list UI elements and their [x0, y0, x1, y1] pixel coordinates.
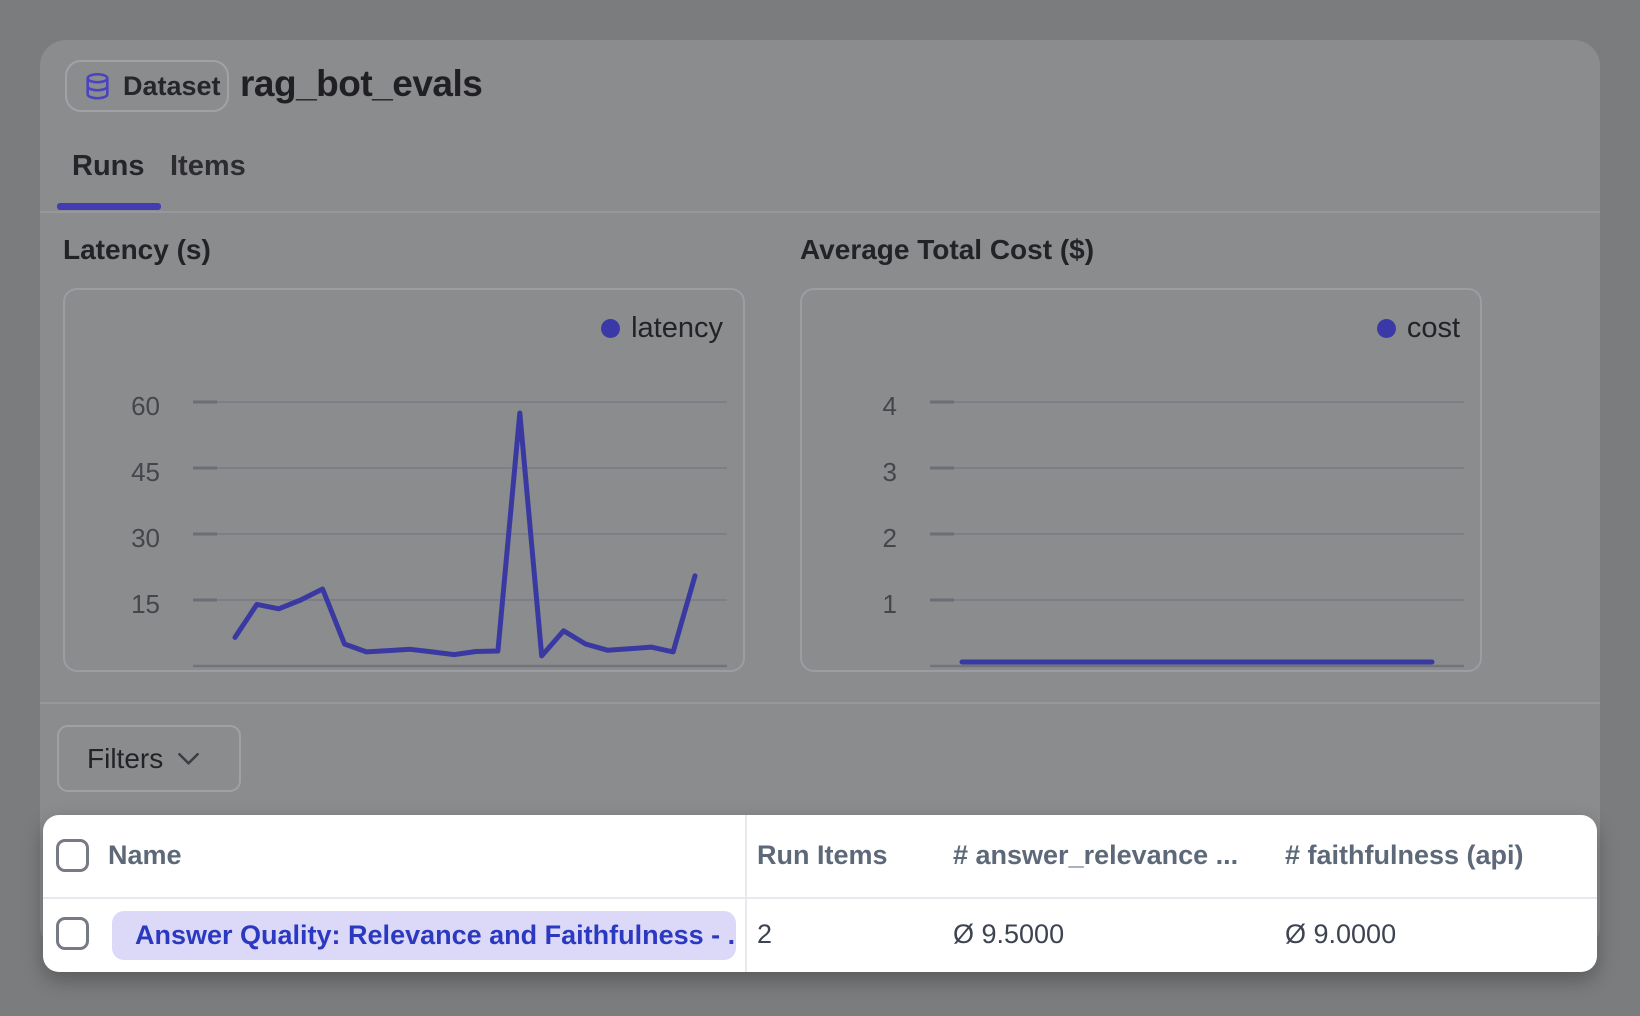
runs-table: Name Run Items # answer_relevance ... # …: [43, 815, 1597, 972]
database-icon: [82, 71, 113, 102]
filters-button[interactable]: Filters: [57, 725, 241, 792]
tab-runs[interactable]: Runs: [72, 150, 145, 183]
cost-ytick-1: 1: [802, 587, 897, 621]
latency-chart: 60 45 30 15 latency: [63, 288, 745, 672]
cost-chart-title: Average Total Cost ($): [800, 234, 1094, 266]
run-name-link[interactable]: Answer Quality: Relevance and Faithfulne…: [112, 911, 736, 960]
latency-legend-label: latency: [631, 312, 723, 345]
cost-ytick-4: 4: [802, 389, 897, 423]
tab-items[interactable]: Items: [170, 150, 246, 183]
latency-chart-plot: [65, 290, 743, 670]
active-tab-underline: [57, 203, 161, 210]
cost-chart: 4 3 2 1 cost: [800, 288, 1482, 672]
row-checkbox[interactable]: [56, 917, 89, 950]
chevron-down-icon: [177, 752, 200, 766]
latency-legend: latency: [601, 312, 723, 345]
column-header-run-items[interactable]: Run Items: [757, 840, 888, 871]
latency-ytick-15: 15: [65, 587, 160, 621]
dataset-type-badge: Dataset: [65, 60, 229, 112]
answer-relevance-cell: Ø 9.5000: [953, 917, 1064, 951]
header-row-divider: [43, 897, 1597, 899]
latency-ytick-45: 45: [65, 455, 160, 489]
column-divider: [745, 815, 747, 972]
section-divider: [40, 702, 1600, 704]
cost-ytick-2: 2: [802, 521, 897, 555]
latency-ytick-30: 30: [65, 521, 160, 555]
column-header-faithfulness[interactable]: # faithfulness (api): [1285, 840, 1524, 871]
cost-legend-dot-icon: [1377, 319, 1396, 338]
latency-chart-title: Latency (s): [63, 234, 211, 266]
select-all-checkbox[interactable]: [56, 839, 89, 872]
cost-ytick-3: 3: [802, 455, 897, 489]
column-header-name[interactable]: Name: [108, 840, 182, 871]
badge-label: Dataset: [123, 71, 221, 102]
filters-button-label: Filters: [87, 743, 163, 775]
run-items-cell: 2: [757, 917, 772, 951]
cost-legend-label: cost: [1407, 312, 1460, 345]
faithfulness-cell: Ø 9.0000: [1285, 917, 1396, 951]
cost-legend: cost: [1377, 312, 1460, 345]
latency-ytick-60: 60: [65, 389, 160, 423]
cost-chart-plot: [802, 290, 1480, 670]
latency-legend-dot-icon: [601, 319, 620, 338]
tabs-bottom-border: [40, 211, 1600, 213]
page-title: rag_bot_evals: [240, 63, 482, 105]
column-header-answer-relevance[interactable]: # answer_relevance ...: [953, 840, 1238, 871]
